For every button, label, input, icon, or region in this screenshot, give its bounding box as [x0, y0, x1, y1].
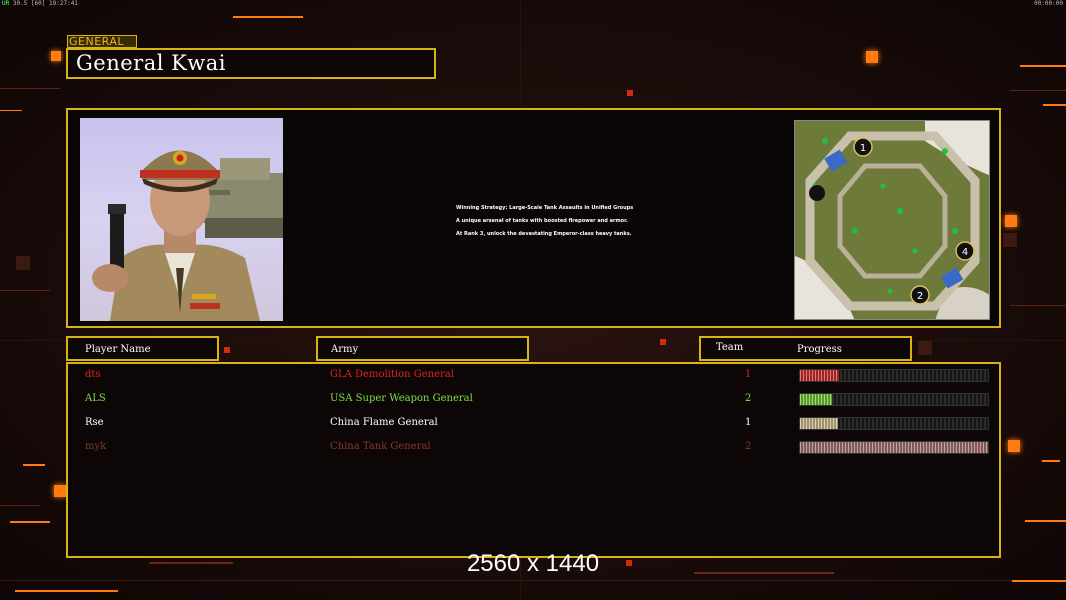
player-name: dts: [85, 369, 101, 380]
player-team: 1: [745, 369, 752, 380]
player-row: Rse China Flame General 1: [68, 414, 1003, 434]
progress-fill: [800, 442, 988, 453]
header-player-name: Player Name: [66, 336, 219, 361]
player-army: GLA Demolition General: [330, 369, 454, 380]
deco-square: [660, 339, 666, 345]
deco-square: [866, 51, 878, 63]
hud-fps-readout: UR 30.5 [60] 19:27:41: [2, 0, 78, 7]
map-marker-4: 4: [962, 247, 968, 258]
deco-square: [1005, 215, 1017, 227]
player-army: USA Super Weapon General: [330, 393, 473, 404]
resolution-label: 2560 x 1440: [466, 550, 600, 577]
deco-square: [1003, 233, 1017, 247]
general-name: General Kwai: [76, 51, 227, 75]
deco-square: [627, 90, 633, 96]
deco-square: [16, 256, 30, 270]
general-tag: GENERAL: [67, 35, 137, 48]
progress-fill: [800, 418, 838, 429]
progress-bar: [799, 393, 989, 406]
header-army-label: Army: [331, 344, 359, 355]
map-preview: 1 4 2: [794, 120, 990, 320]
header-player-label: Player Name: [85, 344, 151, 355]
player-row: dts GLA Demolition General 1: [68, 366, 1003, 386]
map-marker-1: 1: [860, 143, 866, 154]
description-line: Winning Strategy: Large-Scale Tank Assau…: [456, 205, 634, 211]
general-title-box: General Kwai: [66, 48, 436, 79]
general-portrait: [80, 118, 283, 321]
player-team: 1: [745, 417, 752, 428]
player-list: dts GLA Demolition General 1 ALS USA Super W…: [66, 362, 1001, 558]
deco-dash: [15, 590, 118, 592]
header-army: Army: [316, 336, 529, 361]
deco-dash: [23, 464, 45, 466]
progress-fill: [800, 394, 832, 405]
deco-square: [224, 347, 230, 353]
deco-square: [918, 341, 932, 355]
description-line: A unique arsenal of tanks with boosted f…: [456, 218, 628, 224]
header-progress-label: Progress: [797, 344, 842, 355]
deco-dash: [1043, 104, 1066, 106]
player-name: myk: [85, 441, 107, 452]
deco-square: [54, 485, 66, 497]
general-description: Winning Strategy: Large-Scale Tank Assau…: [456, 202, 633, 241]
player-army: China Tank General: [330, 441, 431, 452]
player-name: Rse: [85, 417, 104, 428]
player-row: myk China Tank General 2: [68, 438, 1003, 458]
progress-fill: [800, 370, 840, 381]
deco-square: [1008, 440, 1020, 452]
deco-dash: [233, 16, 303, 18]
deco-dash: [10, 521, 50, 523]
deco-dash: [1025, 520, 1066, 522]
header-team-label: Team: [716, 342, 744, 353]
deco-dash: [1020, 65, 1066, 67]
deco-dash: [1042, 460, 1060, 462]
hud-clock: 00:00:00: [1034, 0, 1063, 7]
deco-dash: [1012, 580, 1066, 582]
player-team: 2: [745, 393, 752, 404]
header-team-progress: Team Progress: [699, 336, 912, 361]
player-name: ALS: [85, 393, 106, 404]
progress-bar: [799, 441, 989, 454]
player-team: 2: [745, 441, 752, 452]
map-marker-2: 2: [917, 291, 923, 302]
player-army: China Flame General: [330, 417, 438, 428]
progress-bar: [799, 369, 989, 382]
deco-square: [51, 51, 61, 61]
description-line: At Rank 3, unlock the devastating Empero…: [456, 231, 632, 237]
progress-bar: [799, 417, 989, 430]
player-row: ALS USA Super Weapon General 2: [68, 390, 1003, 410]
